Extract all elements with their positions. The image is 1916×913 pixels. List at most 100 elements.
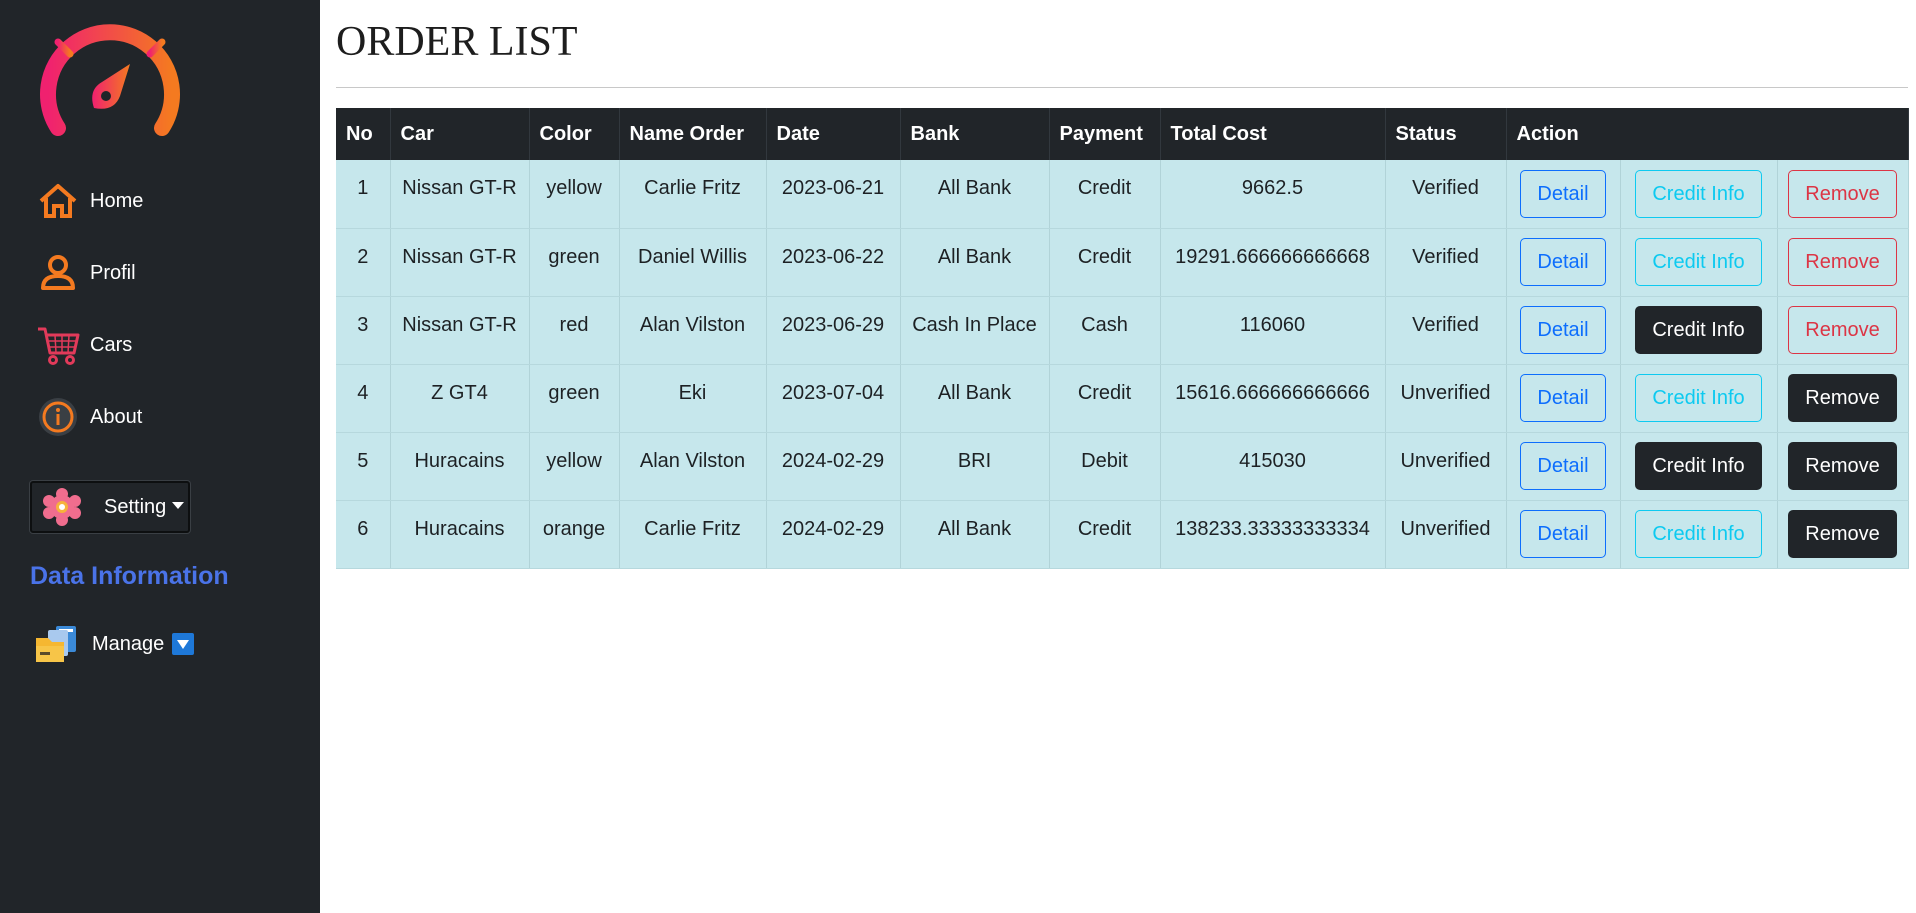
status-cell: Verified	[1385, 296, 1507, 365]
table-row: 2 Nissan GT-R green Daniel Willis 2023-06-22…	[336, 228, 1909, 297]
row-number: 1	[336, 160, 391, 229]
column-header: Car	[390, 108, 530, 160]
payment-cell: Debit	[1049, 432, 1161, 501]
manage-menu[interactable]: Manage	[34, 620, 195, 668]
car-cell: Huracains	[390, 432, 530, 501]
row-number: 5	[336, 432, 391, 501]
sidebar-item-cars[interactable]: Cars	[36, 321, 276, 369]
color-cell: green	[529, 364, 620, 433]
detail-button[interactable]: Detail	[1520, 510, 1606, 558]
sidebar-item-label: Home	[90, 189, 144, 212]
remove-button[interactable]: Remove	[1788, 238, 1897, 286]
column-header: Payment	[1049, 108, 1161, 160]
status-cell: Verified	[1385, 228, 1507, 297]
total-cost-cell: 116060	[1160, 296, 1386, 365]
column-header: Status	[1385, 108, 1507, 160]
column-header: Date	[766, 108, 901, 160]
action-cell: Credit Info	[1620, 432, 1778, 501]
bank-cell: Cash In Place	[900, 296, 1050, 365]
table-row: 6 Huracains orange Carlie Fritz 2024-02-29 Al…	[336, 500, 1909, 569]
remove-button[interactable]: Remove	[1788, 306, 1897, 354]
column-header: Bank	[900, 108, 1050, 160]
total-cost-cell: 9662.5	[1160, 160, 1386, 229]
row-number: 2	[336, 228, 391, 297]
row-number: 3	[336, 296, 391, 365]
bank-cell: All Bank	[900, 500, 1050, 569]
date-cell: 2023-06-21	[766, 160, 901, 229]
action-cell: Detail	[1506, 160, 1621, 229]
credit-info-button[interactable]: Credit Info	[1635, 169, 1762, 218]
name-order-cell: Eki	[619, 364, 767, 433]
gear-icon	[43, 488, 81, 526]
car-cell: Nissan GT-R	[390, 296, 530, 365]
table-row: 4Z GT4 green Eki 2023-07-04 All Bank Credit 15…	[336, 364, 1909, 433]
action-cell: Detail	[1506, 296, 1621, 365]
divider	[336, 87, 1908, 88]
section-title: Data Information	[30, 562, 229, 590]
table-row: 1 Nissan GT-R yellow Carlie Fritz 2023-06-21…	[336, 160, 1909, 229]
date-cell: 2023-06-29	[766, 296, 901, 365]
detail-button[interactable]: Detail	[1520, 238, 1606, 286]
row-number: 4	[336, 364, 391, 433]
car-cell: Huracains	[390, 500, 530, 569]
date-cell: 2023-07-04	[766, 364, 901, 433]
bank-cell: All Bank	[900, 160, 1050, 229]
remove-button[interactable]: Remove	[1788, 374, 1897, 422]
action-cell: Detail	[1506, 364, 1621, 433]
action-cell: Remove	[1777, 364, 1909, 433]
payment-cell: Credit	[1049, 160, 1161, 229]
column-header: Color	[529, 108, 620, 160]
status-cell: Verified	[1385, 160, 1507, 229]
sidebar-item-label: Profil	[90, 261, 136, 284]
detail-button[interactable]: Detail	[1520, 169, 1606, 218]
table-header-row: No Car Color Name Order Date Bank Paymen…	[336, 108, 1909, 160]
sidebar-item-about[interactable]: About	[36, 393, 276, 441]
action-cell: Credit Info	[1620, 228, 1778, 297]
payment-cell: Cash	[1049, 296, 1161, 365]
total-cost-cell: 15616.666666666666	[1160, 364, 1386, 433]
action-cell: Detail	[1506, 228, 1621, 297]
remove-button[interactable]: Remove	[1788, 169, 1897, 218]
remove-button[interactable]: Remove	[1788, 510, 1897, 558]
credit-info-button[interactable]: Credit Info	[1635, 306, 1762, 354]
sidebar: Home Profil Cars About Setting Data Info…	[0, 0, 320, 913]
detail-button[interactable]: Detail	[1520, 306, 1606, 354]
page-title: ORDER LIST	[336, 19, 578, 65]
chevron-down-icon	[172, 501, 185, 509]
date-cell: 2023-06-22	[766, 228, 901, 297]
action-cell: Remove	[1777, 500, 1909, 569]
action-cell: Detail	[1506, 500, 1621, 569]
name-order-cell: Alan Vilston	[619, 296, 767, 365]
action-cell: Credit Info	[1620, 296, 1778, 365]
detail-button[interactable]: Detail	[1520, 442, 1606, 490]
cart-icon	[36, 323, 80, 367]
total-cost-cell: 138233.33333333334	[1160, 500, 1386, 569]
payment-cell: Credit	[1049, 228, 1161, 297]
name-order-cell: Carlie Fritz	[619, 500, 767, 569]
user-icon	[36, 251, 80, 295]
remove-button[interactable]: Remove	[1788, 442, 1897, 490]
car-cell: Nissan GT-R	[390, 228, 530, 297]
folder-icon	[36, 626, 76, 662]
action-cell: Credit Info	[1620, 160, 1778, 229]
detail-button[interactable]: Detail	[1520, 374, 1606, 422]
action-cell: Remove	[1777, 296, 1909, 365]
sidebar-item-home[interactable]: Home	[36, 177, 276, 225]
credit-info-button[interactable]: Credit Info	[1635, 374, 1762, 422]
total-cost-cell: 19291.666666666668	[1160, 228, 1386, 297]
manage-label: Manage	[92, 632, 165, 655]
column-header: Action	[1506, 108, 1909, 160]
credit-info-button[interactable]: Credit Info	[1635, 442, 1762, 490]
credit-info-button[interactable]: Credit Info	[1635, 238, 1762, 286]
payment-cell: Credit	[1049, 364, 1161, 433]
sidebar-item-profil[interactable]: Profil	[36, 249, 276, 297]
payment-cell: Credit	[1049, 500, 1161, 569]
info-icon	[36, 395, 80, 439]
bank-cell: BRI	[900, 432, 1050, 501]
action-cell: Detail	[1506, 432, 1621, 501]
setting-dropdown-button[interactable]: Setting	[30, 481, 190, 533]
credit-info-button[interactable]: Credit Info	[1635, 510, 1762, 558]
bank-cell: All Bank	[900, 228, 1050, 297]
bank-cell: All Bank	[900, 364, 1050, 433]
dropdown-toggle-icon[interactable]	[172, 633, 195, 655]
